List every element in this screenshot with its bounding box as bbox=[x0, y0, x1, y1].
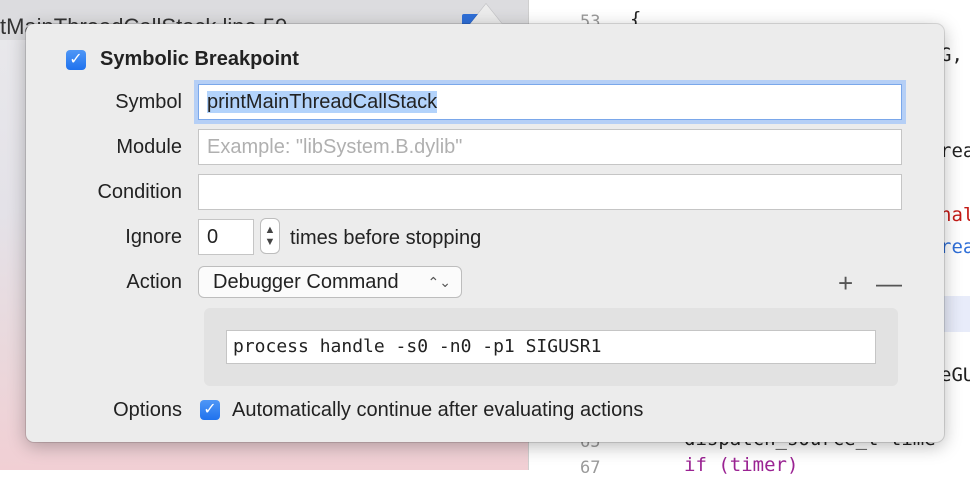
ignore-stepper[interactable]: ▲ ▼ bbox=[260, 218, 280, 254]
module-input[interactable]: Example: "libSystem.B.dylib" bbox=[198, 129, 902, 165]
symbol-value: printMainThreadCallStack bbox=[207, 91, 438, 113]
checkmark-icon: ✓ bbox=[203, 401, 217, 418]
condition-label: Condition bbox=[97, 181, 182, 203]
breakpoint-title: Symbolic Breakpoint bbox=[100, 48, 299, 70]
code-fragment: rea bbox=[940, 236, 970, 258]
ignore-count-input[interactable]: 0 bbox=[198, 219, 254, 255]
popover-arrow bbox=[470, 4, 502, 24]
up-down-chevron-icon: ⌃⌄ bbox=[427, 274, 451, 290]
chevron-down-icon[interactable]: ▼ bbox=[265, 236, 276, 248]
action-type-popup[interactable]: Debugger Command ⌃⌄ bbox=[198, 266, 462, 298]
auto-continue-checkbox[interactable]: ✓ bbox=[200, 400, 220, 420]
remove-action-button[interactable]: — bbox=[876, 270, 902, 296]
symbol-input[interactable]: printMainThreadCallStack bbox=[198, 84, 902, 120]
line-number: 67 bbox=[580, 458, 601, 478]
module-label: Module bbox=[116, 136, 182, 158]
code-fragment: nal bbox=[940, 204, 970, 226]
add-action-button[interactable]: + bbox=[838, 270, 853, 296]
symbol-label: Symbol bbox=[115, 91, 182, 113]
breakpoint-enabled-checkbox[interactable]: ✓ bbox=[66, 50, 86, 70]
checkmark-icon: ✓ bbox=[69, 51, 83, 68]
code-fragment: if (timer) bbox=[684, 454, 799, 476]
options-label: Options bbox=[113, 399, 182, 421]
ignore-suffix: times before stopping bbox=[290, 227, 482, 249]
debugger-command-input[interactable]: process handle -s0 -n0 -p1 SIGUSR1 bbox=[226, 330, 876, 364]
code-fragment: eGU bbox=[940, 364, 970, 386]
auto-continue-label[interactable]: Automatically continue after evaluating … bbox=[232, 399, 643, 422]
ignore-label: Ignore bbox=[125, 226, 182, 248]
code-fragment: rea bbox=[940, 140, 970, 162]
action-type-value: Debugger Command bbox=[213, 271, 399, 293]
action-label: Action bbox=[126, 271, 182, 293]
chevron-up-icon[interactable]: ▲ bbox=[265, 224, 276, 236]
editor-line-highlight bbox=[940, 296, 970, 332]
condition-input[interactable] bbox=[198, 174, 902, 210]
